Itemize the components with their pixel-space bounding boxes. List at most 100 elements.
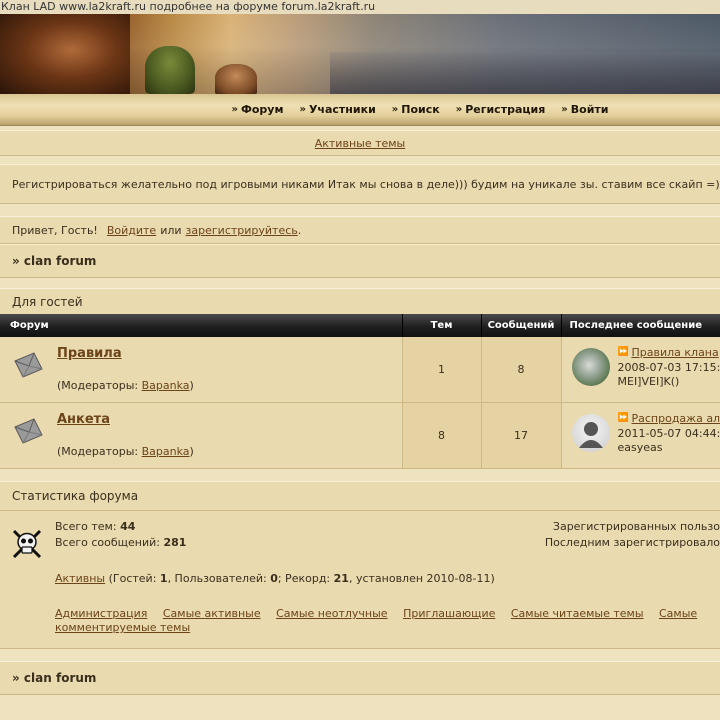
last-post-date: 2008-07-03 17:15: [617,361,720,374]
moderator-link[interactable]: Bapanka [142,445,190,458]
greeting-bar: Привет, Гость! Войдите или зарегистрируй… [0,216,720,244]
goto-post-icon[interactable]: ⏩ [618,413,629,424]
stat-label: Всего сообщений: [55,536,160,549]
skull-icon [12,529,42,559]
col-posts: Сообщений [481,314,562,337]
nav-label: Войти [570,103,609,116]
forum-table-header: Форум Тем Сообщений Последнее сообщение [0,314,720,337]
avatar[interactable] [571,414,610,452]
nav-search[interactable]: » Поиск [392,103,440,116]
moderator-link[interactable]: Bapanka [142,379,190,392]
nav-label: Поиск [401,103,440,116]
active-topics-bar: Активные темы [0,130,720,156]
users-label: , Пользователей: [167,572,267,585]
forum-moderators: (Модераторы: Bapanka) [57,445,194,458]
section-title: Для гостей [0,288,720,314]
double-chevron-icon: » [561,104,568,115]
last-post-user: MEI]VEI]K() [617,375,680,388]
forum-posts-count: 8 [481,337,562,403]
login-link[interactable]: Войдите [107,224,156,237]
nav-label: Форум [240,103,284,116]
nav-forum[interactable]: » Форум [232,103,284,116]
link-most-active[interactable]: Самые активные [163,607,261,620]
envelope-icon [14,352,43,378]
stat-last-registered: Последним зарегистрировало [544,536,720,549]
stats-title: Статистика форума [0,481,720,511]
register-link[interactable]: зарегистрируйтесь [186,224,298,237]
greeting-or: или [160,223,182,237]
banner-character-human [215,64,257,94]
mods-suffix: ) [189,379,194,392]
stats-panel: Всего тем: 44 Всего сообщений: 281 Зарег… [0,511,720,649]
double-chevron-icon: » [299,104,306,115]
forum-row: Анкета (Модераторы: Bapanka) 8 17 ⏩ Расп… [0,402,720,469]
greeting-suffix: . [297,223,302,237]
link-most-persistent[interactable]: Самые неотлучные [276,607,387,620]
nav-login[interactable]: » Войти [561,103,608,116]
online-stats: Активны (Гостей: 1, Пользователей: 0; Ре… [55,572,495,585]
envelope-icon [14,418,43,444]
link-most-read[interactable]: Самые читаемые темы [511,607,644,620]
forum-moderators: (Модераторы: Bapanka) [57,379,194,392]
last-post-title-link[interactable]: Распродажа ал [632,412,720,425]
stat-label: Всего тем: [55,520,117,533]
nav-label: Регистрация [465,103,546,116]
mods-label: (Модераторы: [57,445,139,458]
goto-post-icon[interactable]: ⏩ [618,347,629,358]
forum-row: Правила (Модераторы: Bapanka) 1 8 ⏩ Прав… [0,337,720,403]
forum-title-link[interactable]: Правила [57,346,122,361]
last-post-date: 2011-05-07 04:44: [617,427,720,440]
double-chevron-icon: » [455,104,463,115]
header-banner [0,14,720,94]
breadcrumb: » clan forum [0,244,720,278]
active-topics-link[interactable]: Активные темы [315,137,406,150]
announcement-text: Регистрироваться желательно под игровыми… [12,177,720,191]
stat-value: 44 [120,520,136,533]
banner-character-orc [145,46,195,94]
double-chevron-icon: » [231,104,238,115]
default-avatar-icon [578,422,603,448]
stats-links: Администрация Самые активные Самые неотл… [55,607,715,635]
users-count: 0 [270,572,278,585]
mods-suffix: ) [189,445,194,458]
section-title-text: Для гостей [12,294,83,309]
active-users-link[interactable]: Активны [55,572,105,585]
footer-breadcrumb-link[interactable]: » clan forum [12,671,96,685]
forum-topics-count: 1 [402,337,482,403]
mods-label: (Модераторы: [57,379,139,392]
stat-total-posts: Всего сообщений: 281 [55,536,186,549]
nav-members[interactable]: » Участники [299,103,375,116]
double-chevron-icon: » [391,104,399,115]
forum-topics-count: 8 [402,402,482,469]
greeting-prefix: Привет, Гость! [12,223,98,237]
link-inviters[interactable]: Приглашающие [403,607,495,620]
banner-rocks [330,52,720,94]
record-label: ; Рекорд: [277,572,331,585]
forum-posts-count: 17 [481,402,562,469]
last-post-user: easyeas [617,441,663,454]
footer-breadcrumb: » clan forum [0,661,720,695]
window-title: Клан LAD www.la2kraft.ru подробнее на фо… [0,0,720,14]
col-topics: Тем [402,314,482,337]
breadcrumb-link[interactable]: » clan forum [12,254,96,268]
nav-label: Участники [308,103,376,116]
forum-title-link[interactable]: Анкета [57,412,110,427]
col-forum: Форум [0,314,403,337]
banner-character-tauren [0,14,130,94]
record-count: 21 [333,572,349,585]
record-suffix: , установлен 2010-08-11) [348,572,495,585]
last-post-title-link[interactable]: Правила клана [632,346,719,359]
announcement-bar: Регистрироваться желательно под игровыми… [0,164,720,204]
guests-label: (Гостей: [108,572,157,585]
forum-table: Форум Тем Сообщений Последнее сообщение … [0,314,720,469]
main-nav: » Форум » Участники » Поиск » Регистраци… [0,94,720,126]
avatar[interactable] [571,348,610,386]
stat-total-topics: Всего тем: 44 [55,520,135,533]
link-administration[interactable]: Администрация [55,607,147,620]
stats-title-text: Статистика форума [12,489,139,503]
stat-value: 281 [163,536,187,549]
stat-registered: Зарегистрированных пользо [552,520,720,533]
col-last-post: Последнее сообщение [561,314,720,337]
nav-register[interactable]: » Регистрация [456,103,546,116]
guests-count: 1 [159,572,168,585]
